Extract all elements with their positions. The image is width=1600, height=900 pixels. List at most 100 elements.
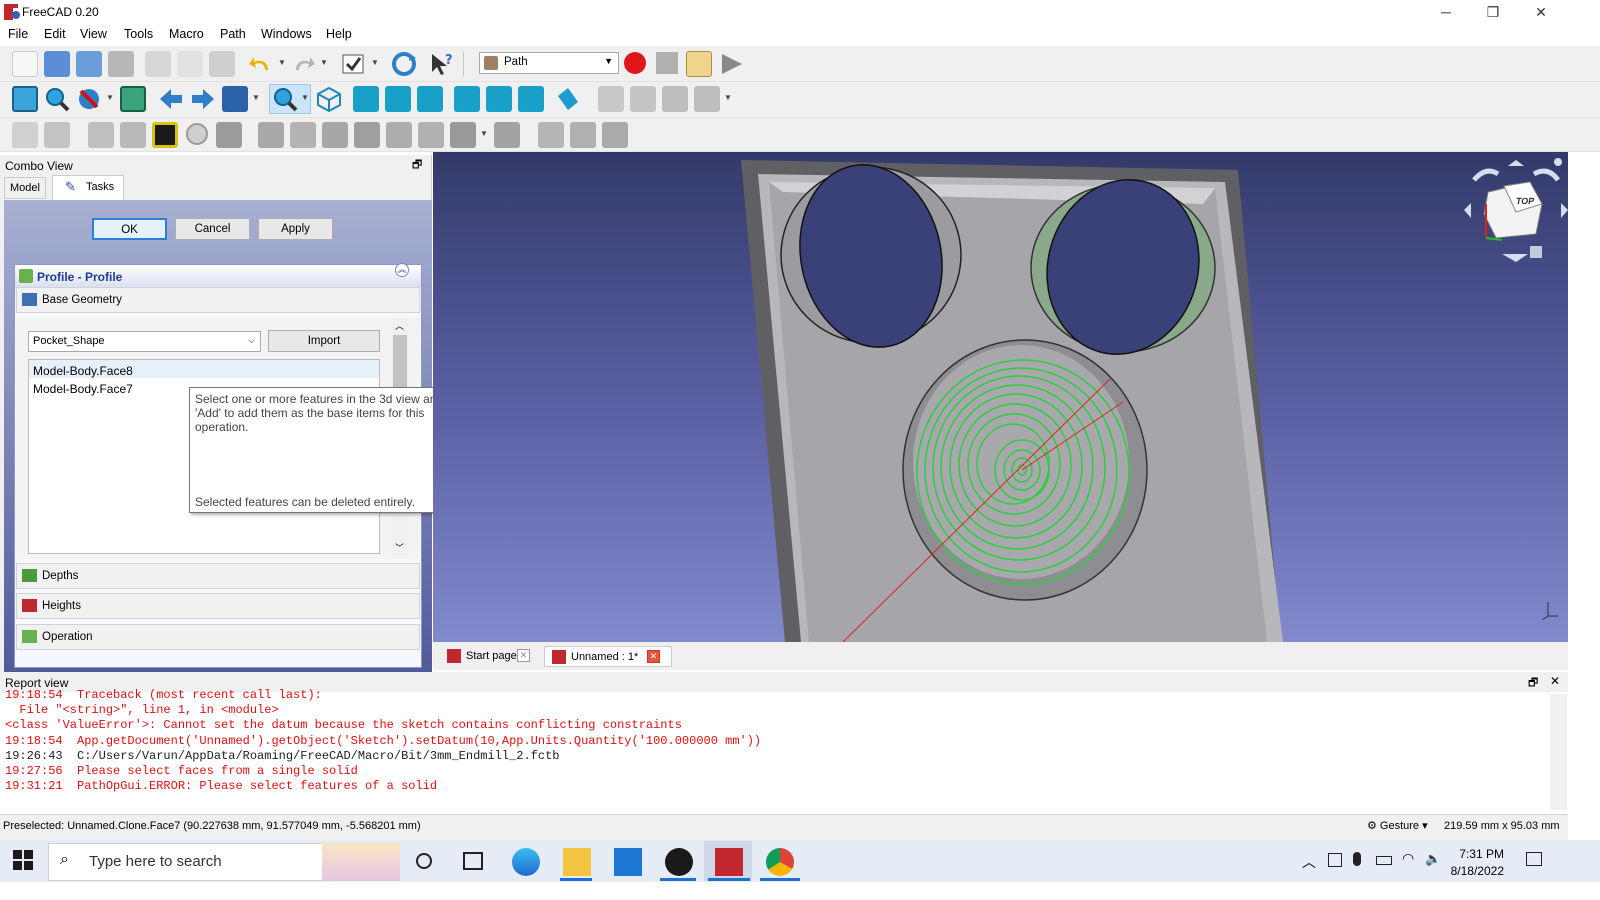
- tab-model[interactable]: Model: [4, 177, 46, 199]
- undo-dropdown-icon[interactable]: ▼: [278, 58, 286, 67]
- task-view-icon[interactable]: [463, 852, 483, 870]
- ok-button[interactable]: OK: [92, 218, 167, 240]
- top-view-icon[interactable]: [385, 86, 411, 112]
- sync-view-dropdown-icon[interactable]: ▼: [252, 93, 260, 102]
- create-part-icon[interactable]: [598, 86, 624, 112]
- close-tab-icon[interactable]: ✕: [647, 650, 660, 663]
- collapse-chevron-icon[interactable]: ︽: [395, 263, 409, 277]
- menu-windows[interactable]: Windows: [261, 27, 312, 41]
- copy-icon[interactable]: [177, 51, 203, 77]
- import-button[interactable]: Import: [268, 330, 380, 352]
- paste-icon[interactable]: [209, 51, 235, 77]
- rear-view-icon[interactable]: [454, 86, 480, 112]
- meet-now-icon[interactable]: [1328, 853, 1342, 867]
- notifications-icon[interactable]: [1526, 852, 1542, 866]
- draw-style-icon[interactable]: [76, 86, 102, 112]
- menu-help[interactable]: Help: [326, 27, 352, 41]
- undo-icon[interactable]: [248, 52, 274, 76]
- geometry-select[interactable]: Pocket_Shape ⌵: [28, 331, 261, 352]
- engrave-dropdown-icon[interactable]: ▼: [480, 129, 488, 138]
- profile-header[interactable]: Profile - Profile: [15, 265, 421, 289]
- navigation-cube[interactable]: TOP: [1464, 158, 1568, 268]
- sanity-check-icon[interactable]: [152, 122, 178, 148]
- cancel-button[interactable]: Cancel: [175, 218, 250, 240]
- helix-icon[interactable]: [386, 122, 412, 148]
- file-explorer-icon[interactable]: [563, 848, 591, 876]
- navigation-style-label[interactable]: ⚙ Gesture ▾: [1367, 819, 1428, 832]
- taskbar-clock[interactable]: 7:31 PM 8/18/2022: [1448, 846, 1504, 880]
- battery-icon[interactable]: [1376, 856, 1392, 865]
- 3d-pocket-icon[interactable]: [538, 122, 564, 148]
- macro-editor-icon[interactable]: [686, 51, 712, 77]
- face-op-icon[interactable]: [354, 122, 380, 148]
- stop-macro-icon[interactable]: [656, 52, 678, 74]
- section-base-geometry[interactable]: Base Geometry: [16, 287, 420, 313]
- bottom-view-icon[interactable]: [486, 86, 512, 112]
- tool-controller-icon[interactable]: [120, 122, 146, 148]
- redo-icon[interactable]: [290, 52, 316, 76]
- dressup-icon[interactable]: [494, 122, 520, 148]
- tab-start-page[interactable]: Start page ✕: [440, 646, 538, 667]
- whats-this-icon[interactable]: ?: [428, 50, 456, 78]
- redo-dropdown-icon[interactable]: ▼: [320, 58, 328, 67]
- 3d-surface-icon[interactable]: [570, 122, 596, 148]
- zoom-dropdown-icon[interactable]: ▼: [301, 93, 309, 102]
- close-tab-icon[interactable]: ✕: [517, 649, 530, 662]
- create-link-icon[interactable]: [662, 86, 688, 112]
- waterline-icon[interactable]: [602, 122, 628, 148]
- sync-view-icon[interactable]: [222, 86, 248, 112]
- section-operation[interactable]: Operation: [16, 624, 420, 650]
- fit-all-icon[interactable]: [12, 86, 38, 112]
- measure-distance-icon[interactable]: [554, 86, 580, 112]
- front-view-icon[interactable]: [353, 86, 379, 112]
- record-macro-icon[interactable]: [624, 52, 646, 74]
- 3d-viewport[interactable]: [433, 152, 1568, 642]
- simulator-icon[interactable]: [216, 122, 242, 148]
- new-document-icon[interactable]: [12, 51, 38, 77]
- volume-icon[interactable]: 🔈: [1425, 851, 1441, 867]
- macro-dropdown-icon[interactable]: ▼: [371, 58, 379, 67]
- isometric-view-icon[interactable]: [316, 86, 342, 112]
- microphone-icon[interactable]: [1353, 852, 1361, 866]
- pocket-shape-icon[interactable]: [290, 122, 316, 148]
- create-group-icon[interactable]: [630, 86, 656, 112]
- run-macro-icon[interactable]: [718, 51, 744, 77]
- minimize-button[interactable]: ─: [1423, 0, 1469, 24]
- close-button[interactable]: ✕: [1518, 0, 1564, 24]
- post-process-icon[interactable]: [44, 122, 70, 148]
- cut-icon[interactable]: [145, 51, 171, 77]
- cortana-icon[interactable]: [416, 853, 432, 869]
- profile-op-icon[interactable]: [258, 122, 284, 148]
- list-item[interactable]: Model-Body.Face8: [33, 364, 133, 378]
- mail-icon[interactable]: [614, 848, 642, 876]
- forward-arrow-icon[interactable]: [190, 86, 216, 112]
- edge-icon[interactable]: [512, 848, 540, 876]
- zoom-icon[interactable]: [272, 86, 298, 112]
- report-scrollbar[interactable]: [1550, 694, 1567, 810]
- close-icon[interactable]: ✕: [1550, 674, 1560, 688]
- refresh-check-icon[interactable]: [340, 51, 366, 77]
- bounding-box-icon[interactable]: [120, 86, 146, 112]
- open-folder-icon[interactable]: [44, 51, 70, 77]
- left-view-icon[interactable]: [518, 86, 544, 112]
- section-depths[interactable]: Depths: [16, 563, 420, 589]
- right-view-icon[interactable]: [417, 86, 443, 112]
- menu-path[interactable]: Path: [220, 27, 246, 41]
- link-actions-icon[interactable]: [694, 86, 720, 112]
- menu-file[interactable]: File: [8, 27, 28, 41]
- tray-chevron-up-icon[interactable]: ︿: [1302, 852, 1316, 872]
- restore-button[interactable]: ❐: [1470, 0, 1516, 24]
- apply-button[interactable]: Apply: [258, 218, 333, 240]
- toolbit-icon[interactable]: [88, 122, 114, 148]
- wifi-icon[interactable]: ◠: [1402, 850, 1414, 867]
- back-arrow-icon[interactable]: [158, 86, 184, 112]
- section-heights[interactable]: Heights: [16, 593, 420, 619]
- workbench-select[interactable]: Path ▼: [479, 52, 619, 74]
- print-icon[interactable]: [108, 51, 134, 77]
- inspect-gcode-icon[interactable]: [186, 123, 208, 145]
- engrave-icon[interactable]: [450, 122, 476, 148]
- windows-start-icon[interactable]: [12, 849, 34, 871]
- chrome-icon[interactable]: [766, 848, 794, 876]
- drilling-icon[interactable]: [322, 122, 348, 148]
- link-dropdown-icon[interactable]: ▼: [724, 93, 732, 102]
